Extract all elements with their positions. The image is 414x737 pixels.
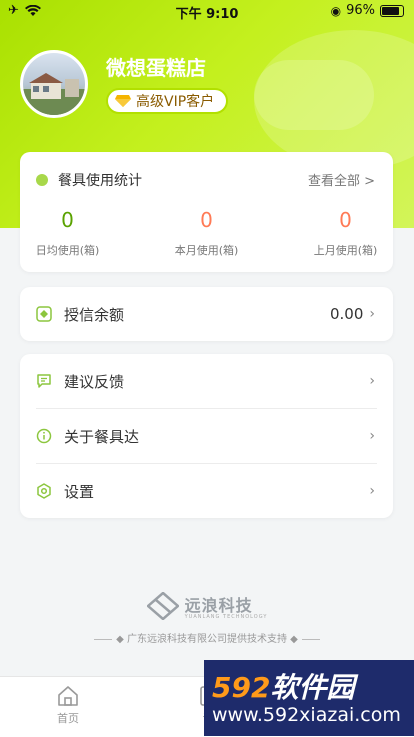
- watermark-overlay: 592软件园 www.592xiazai.com: [204, 660, 414, 736]
- stat-last-month-label: 上月使用(箱): [313, 244, 378, 257]
- menu-item-label: 设置: [64, 482, 95, 501]
- stat-month: 0 本月使用(箱): [159, 208, 254, 258]
- menu-item-label: 建议反馈: [64, 372, 125, 391]
- chevron-right-icon: ›: [369, 428, 375, 444]
- company-logo-icon: [146, 592, 179, 620]
- orientation-lock-icon: ◉: [330, 3, 342, 18]
- stat-last-month-value: 0: [339, 208, 352, 232]
- chevron-right-icon: ›: [369, 373, 375, 389]
- tab-home-label: 首页: [57, 712, 79, 725]
- credit-icon: [36, 306, 52, 322]
- menu-card: 建议反馈 › 关于餐具达 › 设置 ›: [20, 354, 393, 518]
- shop-name: 微想蛋糕店: [106, 56, 206, 80]
- tech-support-text: ◆ 广东远浪科技有限公司提供技术支持 ◆: [0, 630, 414, 645]
- feedback-icon: [37, 374, 51, 388]
- watermark-url: www.592xiazai.com: [212, 704, 401, 726]
- settings-icon: [37, 483, 51, 499]
- menu-item-feedback[interactable]: 建议反馈 ›: [20, 354, 393, 408]
- credit-row[interactable]: 授信余额 0.00 ›: [20, 287, 393, 341]
- home-icon: [58, 686, 78, 706]
- chevron-right-icon: ›: [369, 483, 375, 499]
- battery-percent: 96%: [346, 3, 375, 18]
- stat-last-month: 0 上月使用(箱): [298, 208, 393, 258]
- battery-icon: [380, 4, 404, 17]
- stat-month-value: 0: [200, 208, 213, 232]
- storefront-photo: [23, 73, 85, 115]
- menu-item-label: 关于餐具达: [64, 427, 140, 446]
- company-brand: 远浪科技 YUANLANG TECHNOLOGY: [0, 592, 414, 624]
- tab-home[interactable]: 首页: [38, 685, 98, 726]
- credit-value: 0.00: [329, 305, 364, 323]
- stat-daily-value: 0: [61, 208, 74, 232]
- credit-balance-card[interactable]: 授信余额 0.00 ›: [20, 287, 393, 341]
- menu-item-about[interactable]: 关于餐具达 ›: [20, 409, 393, 463]
- chevron-right-icon: ›: [369, 306, 375, 322]
- usage-stats-card: 餐具使用统计 查看全部 > 0 日均使用(箱) 0 本月使用(箱) 0 上月使用…: [20, 152, 393, 272]
- stat-daily-label: 日均使用(箱): [35, 244, 100, 257]
- stats-title: 餐具使用统计: [58, 173, 142, 189]
- diamond-icon: [115, 95, 131, 107]
- stat-daily: 0 日均使用(箱): [20, 208, 115, 258]
- view-all-link[interactable]: 查看全部 >: [308, 170, 375, 189]
- watermark-text: 软件园: [270, 671, 355, 704]
- stat-month-label: 本月使用(箱): [174, 244, 239, 257]
- avatar[interactable]: [20, 50, 88, 118]
- vip-badge: 高级VIP客户: [106, 88, 229, 114]
- credit-label: 授信余额: [64, 305, 125, 324]
- company-name-en: YUANLANG TECHNOLOGY: [184, 614, 268, 620]
- status-bar: ✈ 下午 9:10 ◉ 96%: [0, 0, 414, 22]
- info-icon: [36, 428, 52, 444]
- company-name: 远浪科技: [184, 596, 253, 615]
- menu-item-settings[interactable]: 设置 ›: [20, 464, 393, 518]
- vip-label: 高级VIP客户: [136, 94, 215, 110]
- watermark-number: 592: [212, 671, 271, 704]
- stats-dot-icon: [36, 174, 48, 186]
